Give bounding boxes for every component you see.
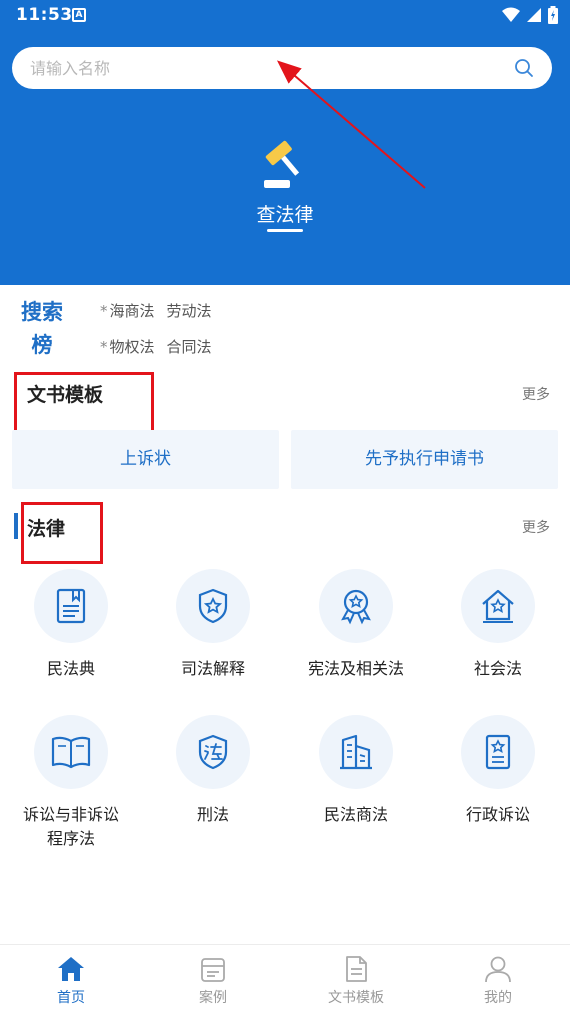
document-template-icon — [346, 956, 367, 982]
notification-icon: A — [72, 8, 86, 22]
signal-icon — [527, 8, 541, 22]
nav-label: 文书模板 — [328, 990, 384, 1006]
nav-item-home[interactable]: 首页 — [0, 945, 142, 1013]
section-marker — [14, 513, 18, 539]
law-item-civil-code[interactable]: 民法典 — [0, 569, 142, 681]
status-icons — [502, 6, 558, 24]
status-time: 11:53 — [16, 5, 73, 25]
administrative-litigation-icon — [461, 715, 535, 789]
ranking-bullet: * — [100, 302, 108, 320]
bottom-nav: 首页 案例 文书模板 我的 — [0, 944, 570, 1013]
ranking-item[interactable]: 合同法 — [167, 338, 212, 356]
law-item-judicial-interpretation[interactable]: 司法解释 — [142, 569, 284, 681]
status-bar: 11:53 A — [0, 0, 570, 32]
law-item-label: 民法典 — [46, 659, 95, 678]
law-item-label: 行政诉讼 — [465, 805, 530, 824]
battery-icon — [548, 6, 558, 24]
constitution-icon — [319, 569, 393, 643]
law-item-commercial-law[interactable]: 民法商法 — [285, 715, 427, 827]
ranking-item[interactable]: 物权法 — [110, 338, 155, 356]
ranking-title: 搜索榜 — [21, 300, 63, 357]
laws-more-link[interactable]: 更多 — [522, 517, 550, 537]
ranking-bullet: * — [100, 338, 108, 356]
wifi-icon — [502, 7, 520, 22]
commercial-law-icon — [319, 715, 393, 789]
law-item-social-law[interactable]: 社会法 — [427, 569, 569, 681]
search-bar[interactable] — [12, 47, 552, 89]
civil-code-icon — [34, 569, 108, 643]
ranking-item[interactable]: 劳动法 — [167, 302, 212, 320]
law-item-constitution[interactable]: 宪法及相关法 — [285, 569, 427, 681]
law-item-label: 宪法及相关法 — [307, 659, 404, 678]
law-item-label: 司法解释 — [180, 659, 245, 678]
ranking-row: * 物权法 合同法 — [100, 336, 224, 357]
nav-item-profile[interactable]: 我的 — [427, 945, 569, 1013]
gavel-icon[interactable] — [260, 140, 312, 192]
procedure-law-icon — [34, 715, 108, 789]
templates-more-link[interactable]: 更多 — [522, 384, 550, 404]
law-item-label: 民法商法 — [323, 805, 388, 824]
profile-icon — [485, 956, 511, 983]
annotation-box — [21, 502, 103, 564]
ranking-row: * 海商法 劳动法 — [100, 300, 224, 321]
law-item-label: 诉讼与非诉讼程序法 — [22, 805, 119, 848]
nav-item-document-templates[interactable]: 文书模板 — [285, 945, 427, 1013]
template-button[interactable]: 先予执行申请书 — [291, 430, 558, 489]
search-icon[interactable] — [514, 58, 534, 78]
law-item-label: 刑法 — [196, 805, 229, 824]
law-item-administrative-litigation[interactable]: 行政诉讼 — [427, 715, 569, 827]
template-button[interactable]: 上诉状 — [12, 430, 279, 489]
social-law-icon — [461, 569, 535, 643]
hero-underline — [267, 229, 303, 232]
nav-label: 案例 — [199, 990, 227, 1006]
header-banner: 11:53 A 查法律 — [0, 0, 570, 285]
nav-label: 我的 — [484, 990, 512, 1006]
nav-item-cases[interactable]: 案例 — [142, 945, 284, 1013]
ranking-item[interactable]: 海商法 — [110, 302, 155, 320]
law-item-criminal-law[interactable]: 刑法 — [142, 715, 284, 827]
cases-icon — [201, 958, 225, 982]
law-item-procedure-law[interactable]: 诉讼与非诉讼程序法 — [0, 715, 142, 851]
nav-label: 首页 — [57, 990, 85, 1006]
hero-label[interactable]: 查法律 — [0, 200, 570, 227]
law-item-label: 社会法 — [473, 659, 522, 678]
criminal-law-icon — [176, 715, 250, 789]
home-icon — [58, 957, 84, 981]
judicial-interpretation-icon — [176, 569, 250, 643]
search-input[interactable] — [30, 47, 490, 89]
